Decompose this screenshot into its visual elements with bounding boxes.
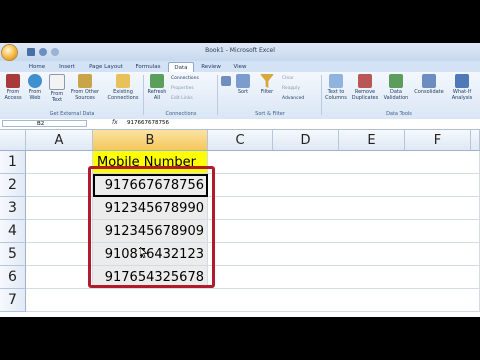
group-sort-filter: Sort & Filter (255, 111, 285, 117)
group-data-tools: Data Tools (386, 111, 412, 117)
consolidate-button[interactable]: Consolidate (412, 74, 446, 95)
select-all-corner[interactable] (0, 130, 26, 151)
connections-icon (116, 74, 130, 88)
sort-icon (236, 74, 250, 88)
refresh-all-button[interactable]: Refresh All (146, 74, 168, 101)
red-annotation-box (88, 166, 215, 288)
duplicates-icon (358, 74, 372, 88)
column-header-c[interactable]: C (208, 130, 273, 151)
group-connections: Connections (165, 111, 197, 117)
what-if-icon (455, 74, 469, 88)
what-if-button[interactable]: What-If Analysis (448, 74, 476, 101)
remove-duplicates-button[interactable]: Remove Duplicates (350, 74, 380, 101)
ribbon-tabs: Home Insert Page Layout Formulas Data Re… (0, 61, 480, 73)
filter-icon (260, 74, 274, 88)
column-header-e[interactable]: E (339, 130, 405, 151)
dv-label: Data Validation (383, 89, 409, 101)
existing-connections-button[interactable]: Existing Connections (105, 74, 141, 101)
column-header-d[interactable]: D (273, 130, 339, 151)
ribbon-separator (217, 75, 218, 115)
cell-a6[interactable] (26, 266, 93, 289)
filter-button[interactable]: Filter (258, 74, 276, 95)
access-icon (6, 74, 20, 88)
cell-a4[interactable] (26, 220, 93, 243)
row-header-3[interactable]: 3 (0, 197, 26, 220)
tab-home[interactable]: Home (25, 62, 49, 72)
properties-button[interactable]: Properties (171, 86, 194, 92)
excel-window: Book1 - Microsoft Excel Home Insert Page… (0, 43, 480, 317)
database-icon (78, 74, 92, 88)
validation-icon (389, 74, 403, 88)
cell-a5[interactable] (26, 243, 93, 266)
cell-a2[interactable] (26, 174, 93, 197)
reapply-button[interactable]: Reapply (282, 86, 300, 92)
formula-input[interactable]: 917667678756 (127, 120, 169, 126)
edit-links-button[interactable]: Edit Links (171, 96, 193, 102)
formula-bar: B2 fx 917667678756 (0, 119, 480, 130)
tab-view[interactable]: View (229, 62, 251, 72)
tab-review[interactable]: Review (198, 62, 224, 72)
title-bar: Book1 - Microsoft Excel (0, 43, 480, 61)
ttc-label: Text to Columns (325, 89, 347, 101)
data-validation-button[interactable]: Data Validation (382, 74, 410, 101)
text-file-icon (49, 74, 65, 90)
web-icon (28, 74, 42, 88)
sort-button[interactable]: Sort (234, 74, 252, 95)
ribbon-separator (143, 75, 144, 115)
cell-a1[interactable] (26, 151, 93, 174)
row-1-rest[interactable] (208, 151, 480, 174)
from-web-label: From Web (28, 89, 42, 101)
from-text-button[interactable]: From Text (47, 74, 67, 103)
consolidate-icon (422, 74, 436, 88)
from-access-button[interactable]: From Access (3, 74, 23, 101)
row-5-rest[interactable] (208, 243, 480, 266)
row-3-rest[interactable] (208, 197, 480, 220)
from-other-label: From Other Sources (70, 89, 100, 101)
fx-icon[interactable]: fx (112, 119, 122, 126)
sort-label: Sort (237, 89, 249, 95)
tab-formulas[interactable]: Formulas (133, 62, 163, 72)
row-2-rest[interactable] (208, 174, 480, 197)
from-text-label: From Text (50, 91, 64, 103)
consolidate-label: Consolidate (414, 89, 444, 95)
group-get-external-data: Get External Data (49, 111, 95, 117)
cell-a3[interactable] (26, 197, 93, 220)
column-header-partial[interactable] (471, 130, 480, 151)
text-columns-icon (329, 74, 343, 88)
row-7-cells[interactable] (26, 289, 480, 312)
existing-label: Existing Connections (107, 89, 139, 101)
az-icon (221, 76, 231, 86)
row-header-2[interactable]: 2 (0, 174, 26, 197)
row-header-5[interactable]: 5 (0, 243, 26, 266)
row-header-7[interactable]: 7 (0, 289, 26, 312)
from-web-button[interactable]: From Web (25, 74, 45, 101)
ribbon-separator (321, 75, 322, 115)
sort-asc-icon[interactable] (220, 76, 232, 87)
mouse-cursor-icon (140, 247, 147, 258)
advanced-button[interactable]: Advanced (282, 96, 304, 102)
tab-insert[interactable]: Insert (55, 62, 79, 72)
what-if-label: What-If Analysis (451, 89, 473, 101)
clear-button[interactable]: Clear (282, 76, 294, 82)
rd-label: Remove Duplicates (351, 89, 379, 101)
column-header-b[interactable]: B (93, 130, 208, 151)
window-title: Book1 - Microsoft Excel (205, 47, 275, 54)
refresh-icon (150, 74, 164, 88)
column-header-a[interactable]: A (26, 130, 93, 151)
row-6-rest[interactable] (208, 266, 480, 289)
text-to-columns-button[interactable]: Text to Columns (324, 74, 348, 101)
row-header-4[interactable]: 4 (0, 220, 26, 243)
from-access-label: From Access (4, 89, 22, 101)
row-4-rest[interactable] (208, 220, 480, 243)
row-header-6[interactable]: 6 (0, 266, 26, 289)
name-box[interactable]: B2 (2, 120, 87, 127)
connections-button[interactable]: Connections (171, 76, 199, 82)
refresh-label: Refresh All (147, 89, 167, 101)
ribbon: From Access From Web From Text From Othe… (0, 72, 480, 120)
filter-label: Filter (260, 89, 274, 95)
tab-page-layout[interactable]: Page Layout (85, 62, 127, 72)
row-header-1[interactable]: 1 (0, 151, 26, 174)
column-header-f[interactable]: F (405, 130, 471, 151)
from-other-sources-button[interactable]: From Other Sources (69, 74, 101, 101)
